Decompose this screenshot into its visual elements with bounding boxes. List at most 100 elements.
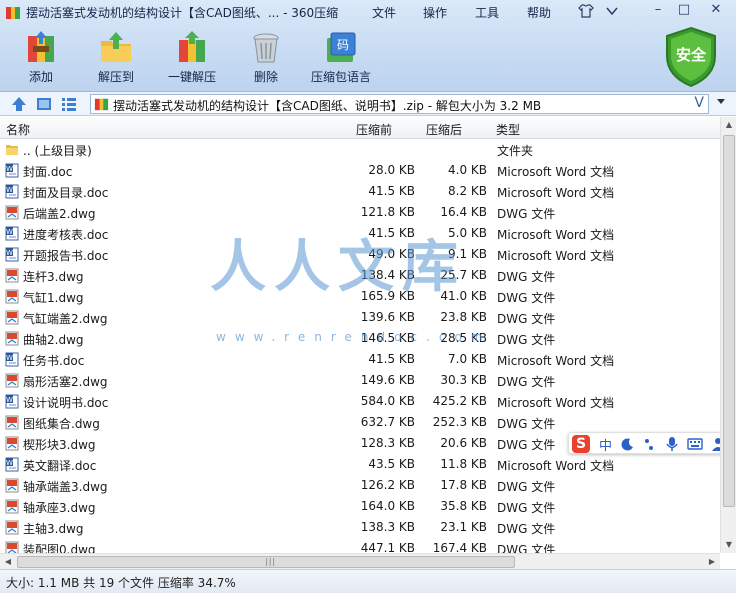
address-bar: 摆动活塞式发动机的结构设计【含CAD图纸、说明书】.zip - 解包大小为 3.… [0, 92, 736, 116]
scroll-down-arrow[interactable]: ▼ [721, 537, 736, 553]
extract-to-label: 解压到 [97, 70, 134, 84]
parent-folder-row[interactable]: .. (上级目录) 文件夹 [0, 139, 720, 160]
scroll-up-arrow[interactable]: ▲ [721, 117, 736, 133]
menu-operation[interactable]: 操作 [423, 4, 447, 21]
status-text: 大小: 1.1 MB 共 19 个文件 压缩率 34.7% [6, 576, 236, 590]
file-row[interactable]: 扇形活塞2.dwg 149.6 KB 30.3 KB DWG 文件 [0, 370, 720, 391]
file-type: Microsoft Word 文档 [497, 228, 615, 242]
skin-icon[interactable] [578, 4, 594, 18]
dwg-file-icon [5, 436, 19, 451]
app-icon [6, 7, 20, 19]
dwg-file-icon [5, 499, 19, 514]
folder-extract-icon [101, 32, 131, 62]
column-type[interactable]: 类型 [496, 121, 520, 138]
file-size: 584.0 KB [360, 394, 415, 408]
up-arrow-icon[interactable] [10, 95, 28, 113]
column-packed[interactable]: 压缩后 [426, 121, 462, 138]
menu-tools[interactable]: 工具 [475, 4, 499, 21]
dwg-file-icon [5, 331, 19, 346]
file-packed-size: 28.5 KB [440, 331, 487, 345]
file-packed-size: 25.7 KB [440, 268, 487, 282]
file-size: 146.5 KB [360, 331, 415, 345]
scroll-left-arrow[interactable]: ◀ [0, 554, 16, 570]
mic-icon[interactable] [665, 436, 679, 452]
scroll-right-arrow[interactable]: ▶ [704, 554, 720, 570]
maximize-button[interactable]: □ [674, 3, 694, 19]
file-size: 126.2 KB [360, 478, 415, 492]
file-row[interactable]: W 英文翻译.doc 43.5 KB 11.8 KB Microsoft Word 文档 [0, 454, 720, 475]
ime-toolbar[interactable]: S 中 [568, 432, 736, 454]
file-size: 165.9 KB [360, 289, 415, 303]
security-label: 安全 [675, 46, 706, 64]
ime-mode-toggle[interactable]: 中 [599, 435, 612, 454]
file-row[interactable]: W 开题报告书.doc 49.0 KB 9.1 KB Microsoft Word 文档 [0, 244, 720, 265]
file-name: 轴承座3.dwg [23, 501, 96, 515]
file-type: Microsoft Word 文档 [497, 186, 615, 200]
file-row[interactable]: 气缸端盖2.dwg 139.6 KB 23.8 KB DWG 文件 [0, 307, 720, 328]
file-row[interactable]: W 设计说明书.doc 584.0 KB 425.2 KB Microsoft Word… [0, 391, 720, 412]
one-click-extract-button[interactable]: 一键解压 [156, 30, 228, 85]
file-name: 封面及目录.doc [23, 186, 109, 200]
file-row[interactable]: 连杆3.dwg 138.4 KB 25.7 KB DWG 文件 [0, 265, 720, 286]
file-row[interactable]: 图纸集合.dwg 632.7 KB 252.3 KB DWG 文件 [0, 412, 720, 433]
svg-text:W: W [6, 249, 13, 257]
file-packed-size: 35.8 KB [440, 499, 487, 513]
moon-icon[interactable] [621, 437, 635, 451]
file-row[interactable]: 曲轴2.dwg 146.5 KB 28.5 KB DWG 文件 [0, 328, 720, 349]
vertical-scrollbar[interactable]: ▲ ▼ [720, 117, 736, 553]
file-type: Microsoft Word 文档 [497, 165, 615, 179]
address-dropdown-button[interactable] [711, 95, 731, 113]
file-name: 气缸端盖2.dwg [23, 312, 108, 326]
file-type: DWG 文件 [497, 417, 556, 431]
word-document-icon: W [5, 184, 19, 199]
punctuation-icon[interactable] [643, 437, 657, 451]
word-document-icon: W [5, 163, 19, 178]
view-details-icon[interactable] [35, 95, 53, 113]
file-row[interactable]: W 任务书.doc 41.5 KB 7.0 KB Microsoft Word 文档 [0, 349, 720, 370]
keyboard-icon[interactable] [687, 438, 703, 450]
file-row[interactable]: 轴承座3.dwg 164.0 KB 35.8 KB DWG 文件 [0, 496, 720, 517]
file-row[interactable]: 后端盖2.dwg 121.8 KB 16.4 KB DWG 文件 [0, 202, 720, 223]
horizontal-scrollbar[interactable]: ◀ ||| ▶ [0, 553, 720, 569]
file-name: 楔形块3.dwg [23, 438, 96, 452]
file-type: DWG 文件 [497, 291, 556, 305]
file-packed-size: 425.2 KB [432, 394, 487, 408]
file-packed-size: 16.4 KB [440, 205, 487, 219]
file-name: 图纸集合.dwg [23, 417, 100, 431]
menu-arrow-icon[interactable] [606, 6, 618, 16]
security-shield-button[interactable]: 安全 [663, 26, 719, 88]
vertical-scroll-thumb[interactable] [723, 135, 735, 507]
close-button[interactable]: ✕ [706, 3, 726, 19]
add-label: 添加 [28, 70, 53, 84]
delete-button[interactable]: 删除 [230, 30, 302, 85]
file-name: 任务书.doc [23, 354, 85, 368]
file-row[interactable]: W 封面及目录.doc 41.5 KB 8.2 KB Microsoft Word 文档 [0, 181, 720, 202]
file-row[interactable]: W 封面.doc 28.0 KB 4.0 KB Microsoft Word 文档 [0, 160, 720, 181]
file-row[interactable]: 主轴3.dwg 138.3 KB 23.1 KB DWG 文件 [0, 517, 720, 538]
address-field[interactable]: 摆动活塞式发动机的结构设计【含CAD图纸、说明书】.zip - 解包大小为 3.… [90, 94, 709, 114]
file-size: 49.0 KB [368, 247, 415, 261]
title-toolbar-area: 摆动活塞式发动机的结构设计【含CAD图纸、... - 360压缩 文件 操作 工… [0, 0, 736, 92]
add-button[interactable]: 添加 [5, 30, 77, 85]
minimize-button[interactable]: – [648, 3, 668, 19]
archive-encoding-button[interactable]: 码 压缩包语言 [305, 30, 377, 85]
file-name: 主轴3.dwg [23, 522, 84, 536]
file-packed-size: 23.8 KB [440, 310, 487, 324]
file-row[interactable]: 装配图0.dwg 447.1 KB 167.4 KB DWG 文件 [0, 538, 720, 553]
extract-to-button[interactable]: 解压到 [80, 30, 152, 85]
column-name[interactable]: 名称 [6, 121, 30, 138]
encoding-icon: 码 [327, 32, 356, 62]
file-name: 开题报告书.doc [23, 249, 109, 263]
file-row[interactable]: W 进度考核表.doc 41.5 KB 5.0 KB Microsoft Word 文档 [0, 223, 720, 244]
view-list-icon[interactable] [60, 95, 78, 113]
archive-add-icon [28, 31, 54, 62]
dwg-file-icon [5, 268, 19, 283]
file-packed-size: 23.1 KB [440, 520, 487, 534]
menu-help[interactable]: 帮助 [527, 4, 551, 21]
column-size[interactable]: 压缩前 [356, 121, 392, 138]
file-row[interactable]: 气缸1.dwg 165.9 KB 41.0 KB DWG 文件 [0, 286, 720, 307]
file-name: 后端盖2.dwg [23, 207, 96, 221]
sogou-logo-icon[interactable]: S [572, 435, 590, 453]
file-row[interactable]: 轴承端盖3.dwg 126.2 KB 17.8 KB DWG 文件 [0, 475, 720, 496]
menu-file[interactable]: 文件 [372, 4, 396, 21]
